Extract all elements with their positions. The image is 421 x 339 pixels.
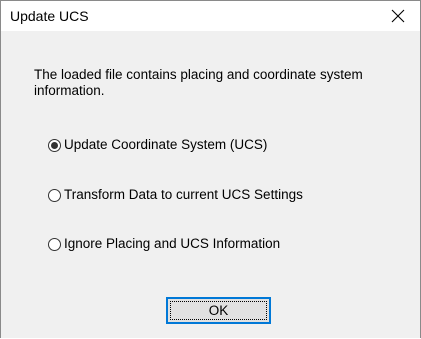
option-label: Ignore Placing and UCS Information xyxy=(64,236,281,251)
radio-button[interactable] xyxy=(48,237,61,251)
option-transform-data[interactable]: Transform Data to current UCS Settings xyxy=(48,187,303,203)
option-update-coordinate-system[interactable]: Update Coordinate System (UCS) xyxy=(48,137,267,153)
update-ucs-dialog: Update UCS The loaded file contains plac… xyxy=(0,0,421,338)
title-bar[interactable]: Update UCS xyxy=(1,1,420,31)
option-label: Update Coordinate System (UCS) xyxy=(64,137,268,152)
option-ignore-placing[interactable]: Ignore Placing and UCS Information xyxy=(48,236,280,252)
ok-button-label: OK xyxy=(208,303,229,318)
dialog-title: Update UCS xyxy=(10,8,89,24)
close-button[interactable] xyxy=(376,1,420,31)
radio-button[interactable] xyxy=(48,188,61,202)
close-icon xyxy=(391,9,405,23)
radio-button-checked[interactable] xyxy=(48,138,61,152)
ok-button[interactable]: OK xyxy=(166,297,271,324)
option-label: Transform Data to current UCS Settings xyxy=(64,187,303,202)
dialog-message: The loaded file contains placing and coo… xyxy=(34,67,363,98)
